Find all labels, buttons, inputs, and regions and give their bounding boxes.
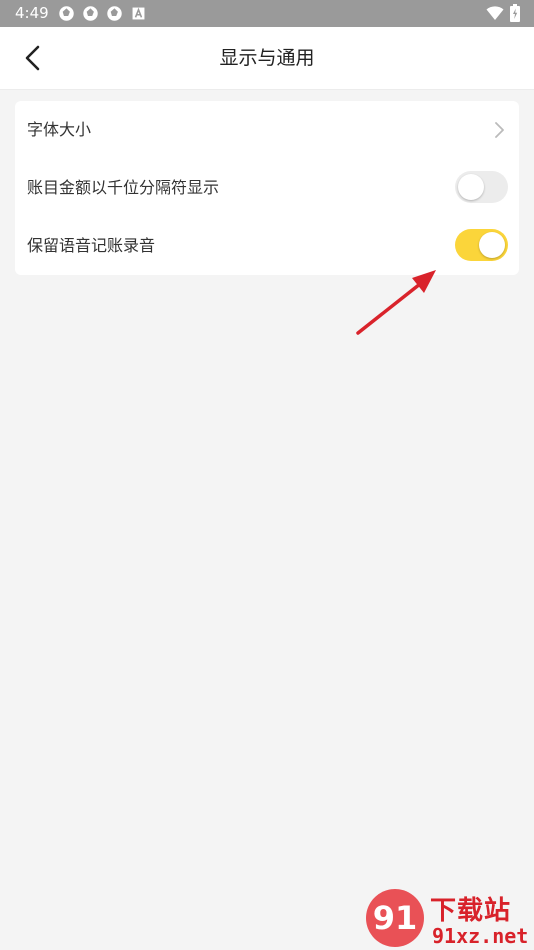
battery-charging-icon	[510, 4, 520, 22]
a-box-icon	[132, 7, 145, 20]
setting-thousand-separator: 账目金额以千位分隔符显示	[15, 159, 519, 217]
annotation-arrow-icon	[356, 270, 436, 335]
status-time: 4:49	[15, 4, 49, 22]
thousand-separator-label: 账目金额以千位分隔符显示	[27, 178, 220, 197]
back-button[interactable]	[16, 41, 50, 75]
toggle-knob	[479, 232, 505, 258]
notification-icons	[58, 5, 147, 22]
watermark-logo-text: 91	[373, 899, 418, 937]
aperture-icon	[83, 6, 98, 21]
keep-voice-recording-label: 保留语音记账录音	[27, 236, 156, 255]
watermark-logo-icon: 91	[366, 889, 424, 947]
watermark-title: 下载站	[430, 896, 512, 926]
thousand-separator-toggle[interactable]	[455, 171, 508, 203]
setting-font-size[interactable]: 字体大小	[15, 101, 519, 159]
aperture-icon	[59, 6, 74, 21]
status-right	[486, 4, 520, 22]
settings-card: 字体大小 账目金额以千位分隔符显示 保留语音记账录音	[15, 101, 519, 275]
watermark: 91 下载站 91xz.net	[362, 886, 534, 950]
page-title: 显示与通用	[219, 47, 315, 69]
font-size-label: 字体大小	[27, 120, 92, 139]
toggle-knob	[458, 174, 484, 200]
chevron-right-icon	[495, 122, 504, 138]
wifi-icon	[486, 6, 504, 20]
app-header: 显示与通用	[0, 27, 534, 90]
status-bar: 4:49	[0, 0, 534, 27]
watermark-url: 91xz.net	[432, 924, 529, 948]
keep-voice-recording-toggle[interactable]	[455, 229, 508, 261]
aperture-icon	[107, 6, 122, 21]
